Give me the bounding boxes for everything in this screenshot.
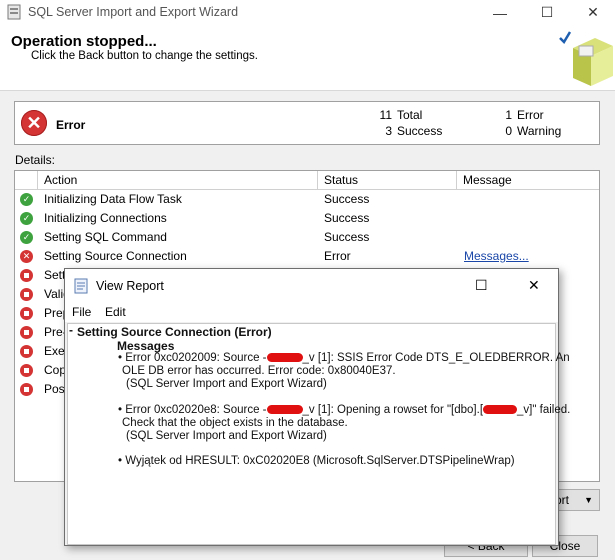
row-status: Success [324,211,370,225]
column-header-message[interactable]: Message [457,171,599,189]
total-count: 11 [379,108,392,122]
column-header-action[interactable]: Action [38,171,318,189]
maximize-button[interactable]: ☐ [524,0,570,25]
page-subtitle: Click the Back button to change the sett… [31,50,258,62]
table-row[interactable]: ✓ Setting SQL Command Success [15,228,599,247]
row-action: Setting Source Connection [44,249,187,263]
row-action: Initializing Connections [44,211,167,225]
dialog-title: View Report [96,279,164,293]
message-text: _v [1]: Opening a rowset for "[dbo].[ [302,404,484,416]
details-label: Details: [15,153,56,167]
message-1-line-1: • Error 0xc0202009: Source - _v [1]: SSIS… [118,352,570,364]
success-icon: ✓ [20,212,33,225]
summary-status: Error [56,118,86,132]
message-1-line-2: OLE DB error has occurred. Error code: 0… [122,365,396,377]
window-title: SQL Server Import and Export Wizard [28,5,239,19]
success-count: 3 [385,124,392,138]
table-row[interactable]: ✓ Initializing Connections Success [15,209,599,228]
error-label: Error [517,108,544,122]
stopped-icon [20,269,33,282]
row-status: Error [324,249,351,263]
dialog-maximize-button[interactable]: ☐ [475,277,488,294]
collapse-icon[interactable]: - [69,323,73,337]
warning-count: 0 [505,124,512,138]
header-icon-column [15,171,38,189]
row-status: Success [324,230,370,244]
dropdown-arrow-icon: ▼ [584,495,593,505]
row-action: Setting SQL Command [44,230,167,244]
error-icon: ✕ [21,110,47,136]
redaction-mark [483,405,518,415]
messages-heading: Messages [117,339,175,353]
row-action: Initializing Data Flow Task [44,192,182,206]
redaction-mark [266,405,303,415]
menu-file[interactable]: File [72,305,91,319]
message-2-line-3: (SQL Server Import and Export Wizard) [126,430,327,442]
report-content[interactable]: - Setting Source Connection (Error) Mess… [67,323,570,545]
dialog-close-button[interactable]: ✕ [528,277,540,294]
success-label: Success [397,124,443,138]
section-title: Setting Source Connection (Error) [77,325,272,339]
column-header-status[interactable]: Status [318,171,457,189]
stopped-icon [20,364,33,377]
stopped-icon [20,326,33,339]
message-text: • Error 0xc02020e8: Source - [118,404,267,416]
message-text: _v]" failed. [517,404,571,416]
view-report-dialog[interactable]: View Report ☐ ✕ File Edit - Setting Sour… [64,268,570,546]
message-1-line-3: (SQL Server Import and Export Wizard) [126,378,327,390]
stopped-icon [20,307,33,320]
row-status: Success [324,192,370,206]
table-row[interactable]: ✕ Setting Source Connection Error Messag… [15,247,599,266]
page-title: Operation stopped... [11,33,157,50]
sql-server-wizard-icon [7,4,21,20]
error-icon: ✕ [20,250,33,263]
table-row[interactable]: ✓ Initializing Data Flow Task Success [15,190,599,209]
message-2-line-1: • Error 0xc02020e8: Source - _v [1]: Open… [118,404,570,416]
warning-label: Warning [517,124,562,138]
success-icon: ✓ [20,231,33,244]
dialog-menu-bar: File Edit [65,302,558,322]
wizard-banner-icon [559,31,613,86]
grid-header: Action Status Message [15,171,599,190]
minimize-button[interactable]: — [477,0,523,25]
message-text: • Error 0xc0202009: Source - [118,352,267,364]
redaction-mark [266,353,303,363]
messages-link[interactable]: Messages... [464,247,529,266]
stopped-icon [20,345,33,358]
stopped-icon [20,383,33,396]
stopped-icon [20,288,33,301]
menu-edit[interactable]: Edit [105,305,126,319]
message-3-line-1: • Wyjątek od HRESULT: 0xC02020E8 (Micros… [118,455,515,467]
report-icon [74,278,88,294]
message-text: _v [1]: SSIS Error Code DTS_E_OLEDBERROR… [302,352,570,364]
success-icon: ✓ [20,193,33,206]
close-window-button[interactable]: ✕ [570,0,615,25]
summary-panel [14,101,600,145]
total-label: Total [397,108,423,122]
message-2-line-2: Check that the object exists in the data… [122,417,348,429]
error-count: 1 [505,108,512,122]
